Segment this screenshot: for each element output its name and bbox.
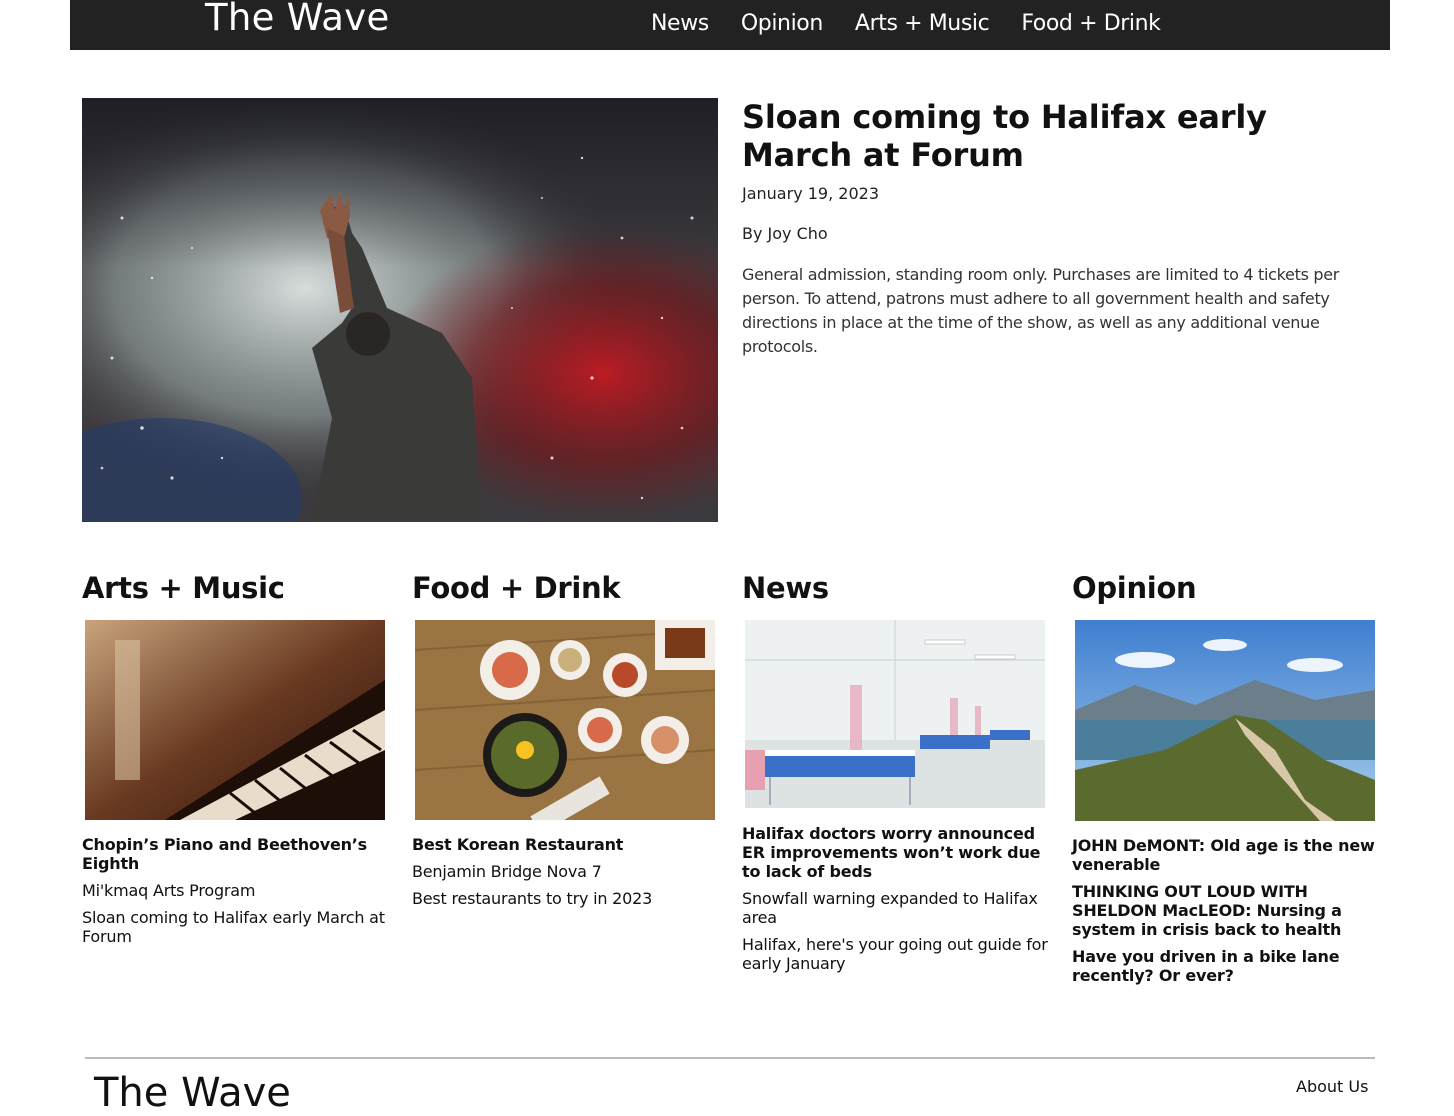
article-link[interactable]: Best restaurants to try in 2023 bbox=[412, 889, 652, 908]
section-title[interactable]: Arts + Music bbox=[82, 570, 392, 606]
list-item: Best restaurants to try in 2023 bbox=[412, 889, 722, 908]
section-title[interactable]: Food + Drink bbox=[412, 570, 722, 606]
hero-author: By Joy Cho bbox=[742, 224, 828, 243]
concert-photo bbox=[82, 98, 718, 522]
hero-title[interactable]: Sloan coming to Halifax early March at F… bbox=[742, 98, 1382, 174]
nav-link-news[interactable]: News bbox=[651, 11, 709, 36]
list-item: Halifax, here's your going out guide for… bbox=[742, 935, 1052, 973]
article-link[interactable]: THINKING OUT LOUD WITH SHELDON MacLEOD: … bbox=[1072, 882, 1342, 939]
piano-image[interactable] bbox=[85, 620, 385, 820]
footer-logo[interactable]: The Wave bbox=[94, 1070, 291, 1116]
footer-about-link[interactable]: About Us bbox=[1296, 1077, 1368, 1096]
article-list: JOHN DeMONT: Old age is the new venerabl… bbox=[1072, 836, 1382, 993]
article-link[interactable]: JOHN DeMONT: Old age is the new venerabl… bbox=[1072, 836, 1375, 874]
site-logo[interactable]: The Wave bbox=[205, 0, 390, 39]
list-item: Chopin’s Piano and Beethoven’s Eighth bbox=[82, 835, 392, 873]
article-list: Best Korean Restaurant Benjamin Bridge N… bbox=[412, 835, 722, 916]
list-item: Sloan coming to Halifax early March at F… bbox=[82, 908, 392, 946]
article-list: Chopin’s Piano and Beethoven’s Eighth Mi… bbox=[82, 835, 392, 954]
main-nav: News Opinion Arts + Music Food + Drink bbox=[651, 11, 1192, 36]
list-item: JOHN DeMONT: Old age is the new venerabl… bbox=[1072, 836, 1382, 874]
mountain-image[interactable] bbox=[1075, 620, 1375, 821]
list-item: Mi'kmaq Arts Program bbox=[82, 881, 392, 900]
list-item: Have you driven in a bike lane recently?… bbox=[1072, 947, 1382, 985]
section-news: News Halifax doctors worry announced ER … bbox=[742, 570, 1052, 973]
hero-date: January 19, 2023 bbox=[742, 184, 879, 203]
article-list: Halifax doctors worry announced ER impro… bbox=[742, 824, 1052, 981]
article-link[interactable]: Halifax, here's your going out guide for… bbox=[742, 935, 1048, 973]
section-arts-music: Arts + Music Chopin’s Piano and Beethove… bbox=[82, 570, 392, 946]
nav-link-arts-music[interactable]: Arts + Music bbox=[855, 11, 990, 36]
article-link[interactable]: Benjamin Bridge Nova 7 bbox=[412, 862, 602, 881]
nav-link-opinion[interactable]: Opinion bbox=[741, 11, 823, 36]
article-link[interactable]: Best Korean Restaurant bbox=[412, 835, 623, 854]
top-navbar: The Wave News Opinion Arts + Music Food … bbox=[70, 0, 1390, 50]
list-item: THINKING OUT LOUD WITH SHELDON MacLEOD: … bbox=[1072, 882, 1382, 939]
footer-divider bbox=[85, 1057, 1375, 1059]
section-title[interactable]: News bbox=[742, 570, 1052, 606]
article-link[interactable]: Chopin’s Piano and Beethoven’s Eighth bbox=[82, 835, 367, 873]
korean-food-image[interactable] bbox=[415, 620, 715, 820]
article-link[interactable]: Have you driven in a bike lane recently?… bbox=[1072, 947, 1340, 985]
hospital-image[interactable] bbox=[745, 620, 1045, 808]
list-item: Halifax doctors worry announced ER impro… bbox=[742, 824, 1052, 881]
section-food-drink: Food + Drink Best Korean Restaurant Benj… bbox=[412, 570, 722, 908]
hero-summary: General admission, standing room only. P… bbox=[742, 265, 1340, 356]
section-title[interactable]: Opinion bbox=[1072, 570, 1382, 606]
list-item: Best Korean Restaurant bbox=[412, 835, 722, 854]
nav-link-food-drink[interactable]: Food + Drink bbox=[1021, 11, 1161, 36]
list-item: Benjamin Bridge Nova 7 bbox=[412, 862, 722, 881]
list-item: Snowfall warning expanded to Halifax are… bbox=[742, 889, 1052, 927]
article-link[interactable]: Halifax doctors worry announced ER impro… bbox=[742, 824, 1040, 881]
article-link[interactable]: Snowfall warning expanded to Halifax are… bbox=[742, 889, 1038, 927]
hero-image[interactable] bbox=[82, 98, 718, 522]
section-opinion: Opinion JOHN DeMONT: Old age is the new … bbox=[1072, 570, 1382, 985]
article-link[interactable]: Mi'kmaq Arts Program bbox=[82, 881, 255, 900]
article-link[interactable]: Sloan coming to Halifax early March at F… bbox=[82, 908, 385, 946]
